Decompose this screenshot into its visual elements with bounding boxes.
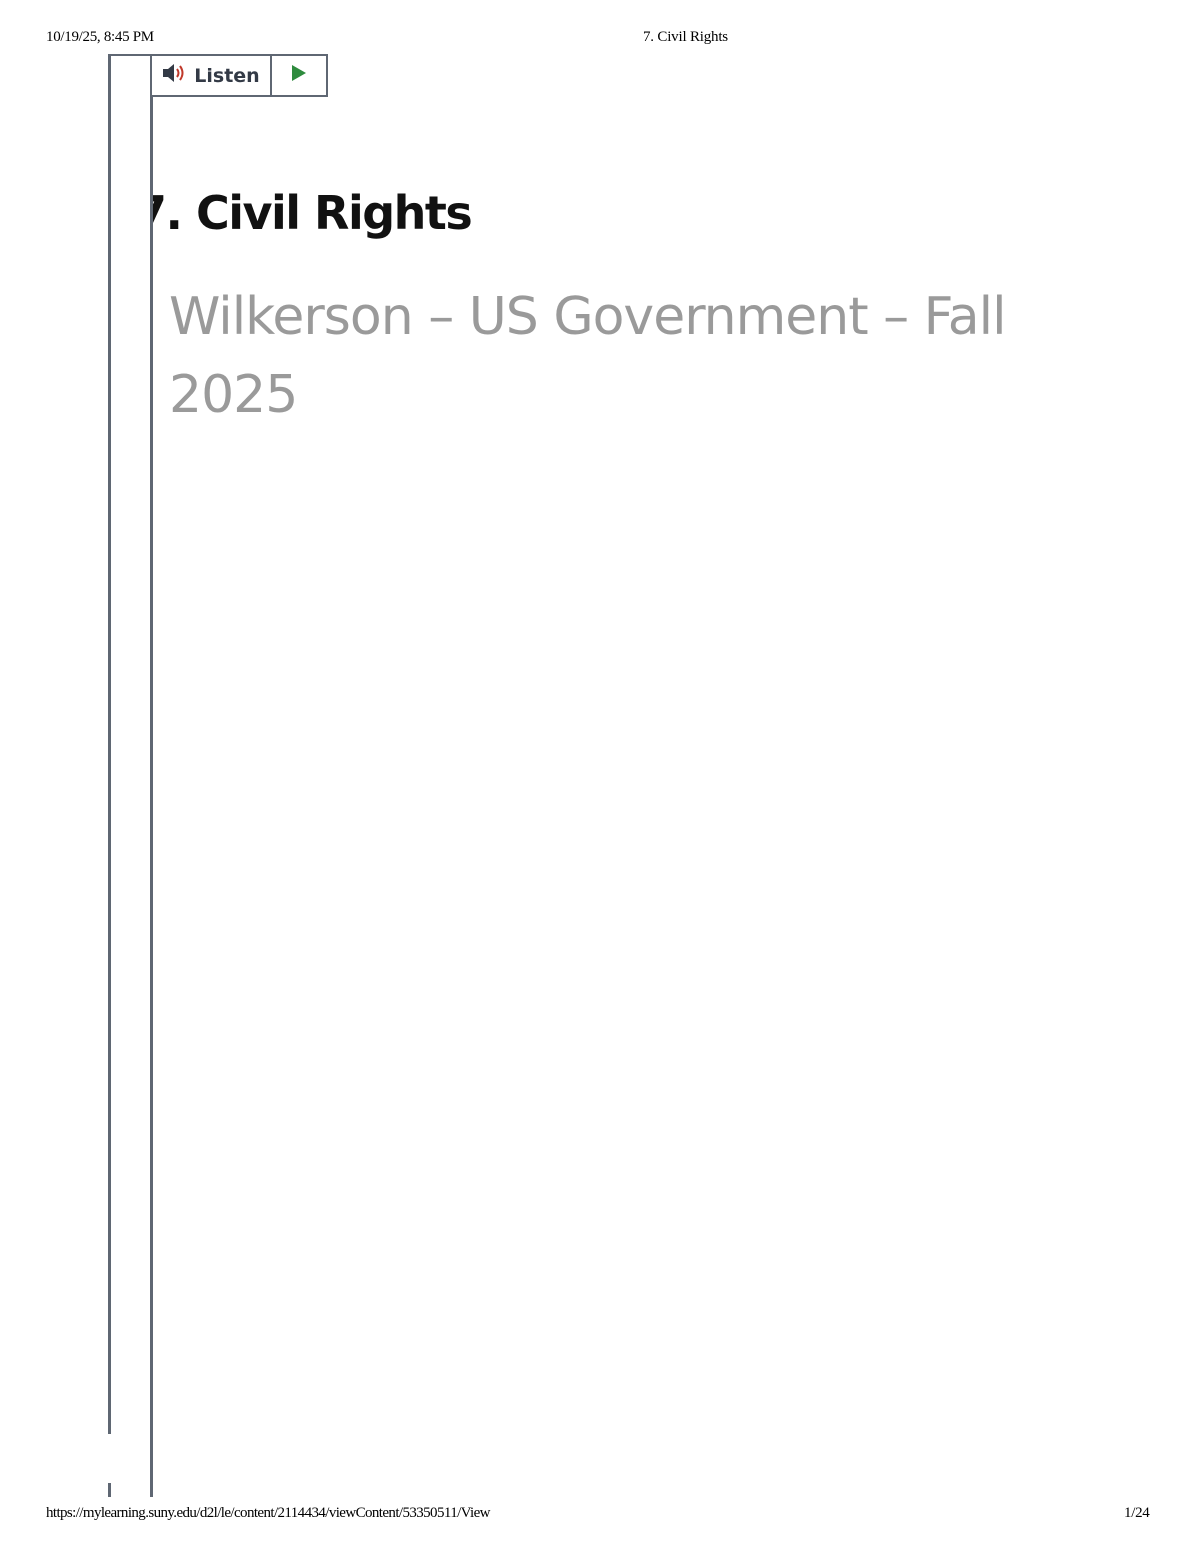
print-footer-page-number: 1/24 (1124, 1505, 1150, 1521)
print-footer-url: https://mylearning.suny.edu/d2l/le/conte… (46, 1505, 490, 1521)
play-icon (290, 63, 308, 88)
content-area: 7. Civil Rights Wilkerson – US Governmen… (153, 160, 1153, 460)
frame-outer-rule-end (108, 1483, 111, 1497)
page-subtitle: Wilkerson – US Government – Fall 2025 (169, 287, 1007, 425)
frame-top-border (108, 54, 153, 56)
listen-label: Listen (194, 64, 260, 87)
speaker-icon (162, 62, 188, 89)
listen-toolbar: Listen (152, 54, 328, 97)
print-header-date: 10/19/25, 8:45 PM (46, 29, 154, 45)
frame-outer-rule (108, 54, 111, 1434)
listen-button[interactable]: Listen (152, 56, 272, 95)
print-header-title: 7. Civil Rights (643, 29, 728, 45)
page-title: 7. Civil Rights (153, 186, 473, 240)
play-button[interactable] (272, 56, 326, 95)
